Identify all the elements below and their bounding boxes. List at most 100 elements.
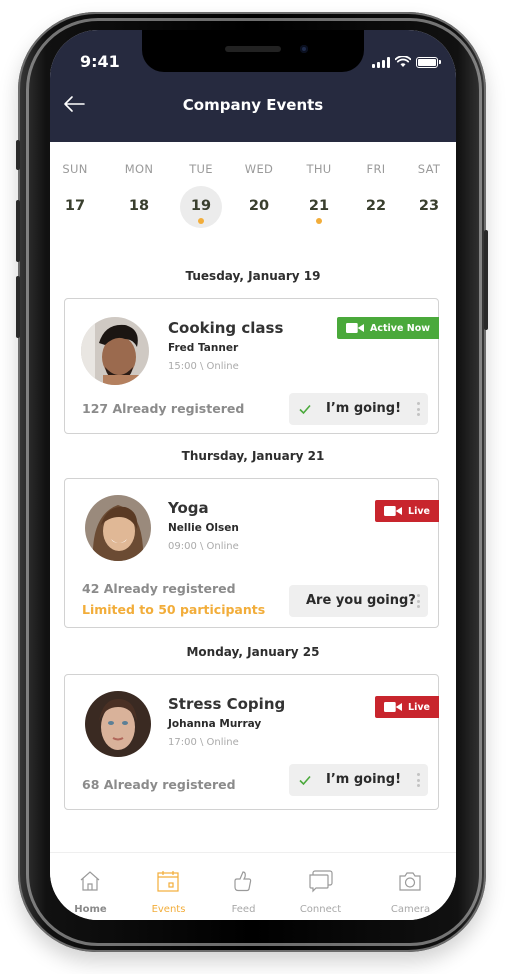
- participant-limit: Limited to 50 participants: [82, 602, 266, 617]
- date-heading: Monday, January 25: [186, 645, 320, 659]
- event-host: Fred Tanner: [168, 342, 239, 354]
- event-card-stress-coping[interactable]: Stress Coping Johanna Murray 17:00 \ Onl…: [64, 674, 439, 810]
- day-number-cell: 22: [355, 186, 397, 228]
- event-title: Cooking class: [168, 319, 284, 337]
- tab-camera[interactable]: Camera: [370, 853, 451, 920]
- host-avatar: [85, 495, 151, 561]
- tab-label: Feed: [231, 904, 256, 915]
- event-indicator-dot: [198, 218, 204, 224]
- page-title: Company Events: [182, 96, 324, 114]
- day-name: FRI: [366, 162, 386, 176]
- speaker: [225, 46, 281, 52]
- notch: [142, 30, 364, 72]
- tab-label: Events: [151, 904, 186, 915]
- day-name: THU: [306, 162, 332, 176]
- calendar-icon: [157, 871, 179, 892]
- live-badge: Live: [375, 696, 439, 718]
- rsvp-label: Are you going?: [306, 593, 416, 608]
- day-number: 17: [64, 198, 86, 214]
- event-title: Stress Coping: [168, 695, 286, 713]
- power-button: [484, 230, 488, 330]
- day-name: SUN: [62, 162, 88, 176]
- date-heading: Thursday, January 21: [181, 449, 325, 463]
- tab-home[interactable]: Home: [50, 853, 131, 920]
- wifi-icon: [395, 56, 411, 67]
- more-options-icon[interactable]: [417, 773, 421, 787]
- app-header: 9:41 Company Events: [50, 30, 456, 142]
- signal-icon: [372, 56, 390, 68]
- tab-events[interactable]: Events: [128, 853, 209, 920]
- rsvp-label: I’m going!: [326, 772, 402, 787]
- event-host: Johanna Murray: [168, 718, 262, 730]
- badge-label: Live: [408, 505, 430, 517]
- registered-count: 42 Already registered: [82, 581, 236, 596]
- day-name: SAT: [417, 162, 441, 176]
- rsvp-button[interactable]: I’m going!: [289, 393, 428, 425]
- day-number: 22: [365, 198, 387, 214]
- more-options-icon[interactable]: [417, 594, 421, 608]
- tab-label: Camera: [390, 904, 431, 915]
- badge-label: Active Now: [370, 322, 430, 334]
- home-icon: [80, 871, 100, 891]
- day-number-cell: 18: [118, 186, 160, 228]
- battery-icon: [416, 56, 441, 68]
- day-number: 18: [128, 198, 150, 214]
- rsvp-button[interactable]: Are you going?: [289, 585, 428, 617]
- chat-icon: [309, 870, 333, 893]
- host-avatar: [81, 317, 149, 385]
- tab-feed[interactable]: Feed: [203, 853, 284, 920]
- selected-day-highlight: 19: [180, 186, 222, 228]
- avatar-image: [81, 317, 149, 385]
- rsvp-button[interactable]: I’m going!: [289, 764, 428, 796]
- event-card-cooking-class[interactable]: Cooking class Fred Tanner 15:00 \ Online…: [64, 298, 439, 434]
- event-host: Nellie Olsen: [168, 522, 239, 534]
- registered-count: 68 Already registered: [82, 777, 236, 792]
- day-name: MON: [124, 162, 154, 176]
- day-number-cell: 21: [298, 186, 340, 228]
- status-time: 9:41: [80, 52, 120, 71]
- camera-icon: [399, 872, 421, 891]
- event-time: 17:00 \ Online: [168, 737, 239, 748]
- avatar-image: [85, 495, 151, 561]
- tab-label: Connect: [299, 904, 342, 915]
- video-camera-icon: [384, 506, 403, 516]
- phone-screen: 9:41 Company Events SUN 17 MON 18 TUE 19…: [50, 30, 456, 920]
- event-time: 15:00 \ Online: [168, 361, 239, 372]
- event-indicator-dot: [316, 218, 322, 224]
- day-name: WED: [244, 162, 274, 176]
- bottom-tab-bar: Home Events Feed Connect Camera: [50, 852, 456, 920]
- status-icons: [372, 56, 441, 68]
- video-camera-icon: [384, 702, 403, 712]
- tab-label: Home: [74, 904, 107, 915]
- check-icon: [299, 775, 311, 786]
- volume-down-button: [16, 276, 20, 338]
- registered-count: 127 Already registered: [82, 401, 245, 416]
- week-calendar: SUN 17 MON 18 TUE 19 WED 20 THU 21 FRI 2…: [50, 142, 456, 242]
- front-camera: [300, 45, 308, 53]
- more-options-icon[interactable]: [417, 402, 421, 416]
- avatar-image: [85, 691, 151, 757]
- day-number-cell: 20: [238, 186, 280, 228]
- day-number: 20: [248, 198, 270, 214]
- host-avatar: [85, 691, 151, 757]
- day-name: TUE: [189, 162, 213, 176]
- check-icon: [299, 404, 311, 415]
- event-title: Yoga: [168, 499, 209, 517]
- day-number: 19: [190, 198, 212, 214]
- date-heading: Tuesday, January 19: [185, 269, 321, 283]
- live-badge: Live: [375, 500, 439, 522]
- active-now-badge: Active Now: [337, 317, 439, 339]
- rsvp-label: I’m going!: [326, 401, 402, 416]
- day-number-cell: 17: [54, 186, 96, 228]
- day-number: 21: [308, 198, 330, 214]
- day-number: 23: [418, 198, 440, 214]
- volume-up-button: [16, 200, 20, 262]
- tab-connect[interactable]: Connect: [280, 853, 361, 920]
- thumbs-up-icon: [234, 871, 252, 892]
- badge-label: Live: [408, 701, 430, 713]
- video-camera-icon: [346, 323, 365, 333]
- event-time: 09:00 \ Online: [168, 541, 239, 552]
- day-number-cell: 23: [408, 186, 450, 228]
- event-card-yoga[interactable]: Yoga Nellie Olsen 09:00 \ Online Live 42…: [64, 478, 439, 628]
- mute-switch: [16, 140, 20, 170]
